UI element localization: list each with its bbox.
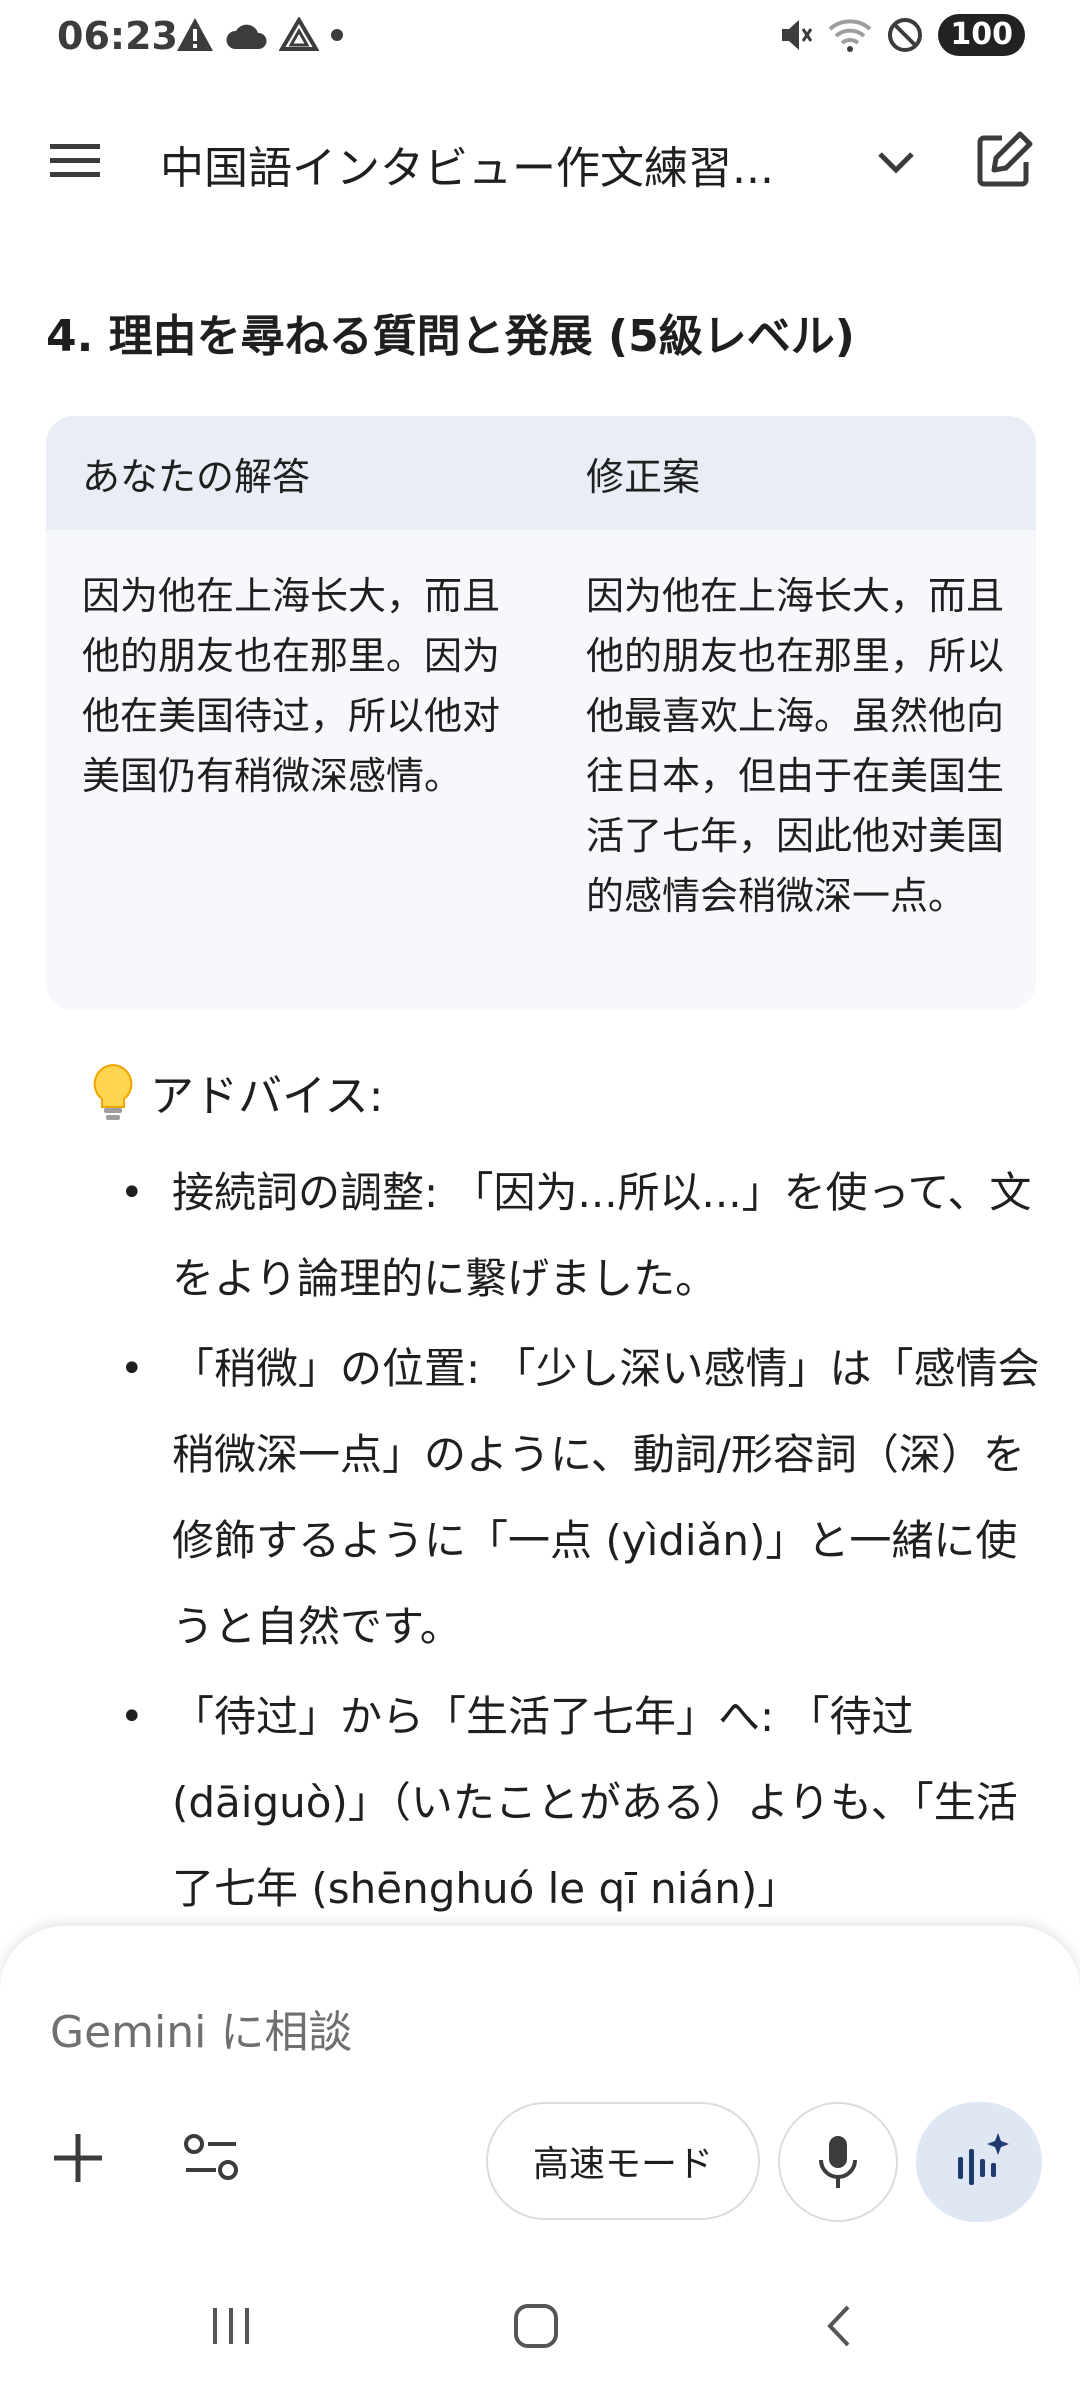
advice-heading: アドバイス: — [90, 1060, 384, 1124]
advice-list: 接続詞の調整: 「因为...所以...」を使って、文をより論理的に繋げました。 … — [120, 1150, 1050, 1936]
recent-apps-button[interactable] — [192, 2286, 272, 2366]
app-bar: 中国語インタビュー作文練習... — [0, 100, 1080, 220]
new-chat-button[interactable] — [974, 130, 1034, 190]
table-header-correction: 修正案 — [586, 455, 701, 499]
title-dropdown-button[interactable] — [868, 138, 924, 186]
sparkle-waveform-icon — [958, 2133, 1009, 2185]
live-voice-button[interactable] — [916, 2102, 1042, 2222]
dot-icon — [331, 29, 343, 41]
system-navigation-bar — [0, 2246, 1080, 2400]
list-item: 「稍微」の位置: 「少し深い感情」は「感情会稍微深一点」のように、動詞/形容詞（… — [120, 1326, 1050, 1670]
mode-selector-button[interactable]: 高速モード — [486, 2102, 760, 2220]
mode-label: 高速モード — [532, 2144, 713, 2185]
status-time: 06:23 — [57, 14, 178, 58]
back-button[interactable] — [800, 2286, 880, 2366]
home-icon — [514, 2304, 558, 2348]
microphone-icon — [819, 2136, 857, 2188]
table-cell-your-answer: 因为他在上海长大，而且他的朋友也在那里。因为他在美国待过，所以他对美国仍有稍微深… — [82, 574, 501, 798]
plus-icon — [54, 2134, 102, 2182]
add-attachment-button[interactable] — [46, 2126, 110, 2190]
notification-icons — [175, 16, 345, 54]
gemini-chat-screen: 06:23 100 中国語インタビュー作文練習... 4. 理由を尋ねる質問と発… — [0, 0, 1080, 2400]
table-header-your-answer: あなたの解答 — [82, 455, 311, 499]
wifi-icon — [829, 19, 872, 52]
chevron-down-icon — [878, 152, 914, 174]
edit-icon — [977, 131, 1033, 187]
lightbulb-icon — [93, 1063, 133, 1120]
table-cell-correction: 因为他在上海长大，而且他的朋友也在那里，所以他最喜欢上海。虽然他向往日本，但由于… — [586, 574, 1005, 918]
tools-button[interactable] — [180, 2126, 244, 2190]
battery-indicator: 100 — [938, 14, 1025, 56]
cloud-icon — [226, 24, 267, 49]
hamburger-icon — [50, 144, 100, 177]
warning-icon — [177, 18, 213, 51]
advice-label: アドバイス: — [150, 1071, 384, 1122]
recents-icon — [213, 2308, 249, 2344]
table-header-row: あなたの解答 修正案 — [46, 416, 1036, 530]
list-item: 接続詞の調整: 「因为...所以...」を使って、文をより論理的に繋げました。 — [120, 1150, 1050, 1322]
mute-icon — [782, 20, 813, 50]
drive-icon — [279, 17, 319, 51]
status-bar: 06:23 100 — [0, 0, 1080, 80]
back-icon — [827, 2305, 850, 2347]
menu-button[interactable] — [48, 136, 104, 184]
comparison-table: あなたの解答 修正案 因为他在上海长大，而且他的朋友也在那里。因为他在美国待过，… — [46, 416, 1036, 1010]
system-icons: 100 — [778, 14, 1025, 56]
blocked-icon — [888, 18, 923, 52]
input-panel: Gemini に相談 高速モード — [0, 1926, 1080, 2246]
microphone-button[interactable] — [778, 2102, 898, 2222]
prompt-input[interactable]: Gemini に相談 — [50, 1996, 352, 2060]
list-item: 「待过」から「生活了七年」へ: 「待过 (dāiguò)」（いたことがある）より… — [120, 1674, 1050, 1932]
tools-icon — [184, 2134, 238, 2180]
conversation-title[interactable]: 中国語インタビュー作文練習... — [160, 132, 774, 196]
home-button[interactable] — [496, 2286, 576, 2366]
section-heading: 4. 理由を尋ねる質問と発展 (5級レベル) — [46, 311, 855, 362]
